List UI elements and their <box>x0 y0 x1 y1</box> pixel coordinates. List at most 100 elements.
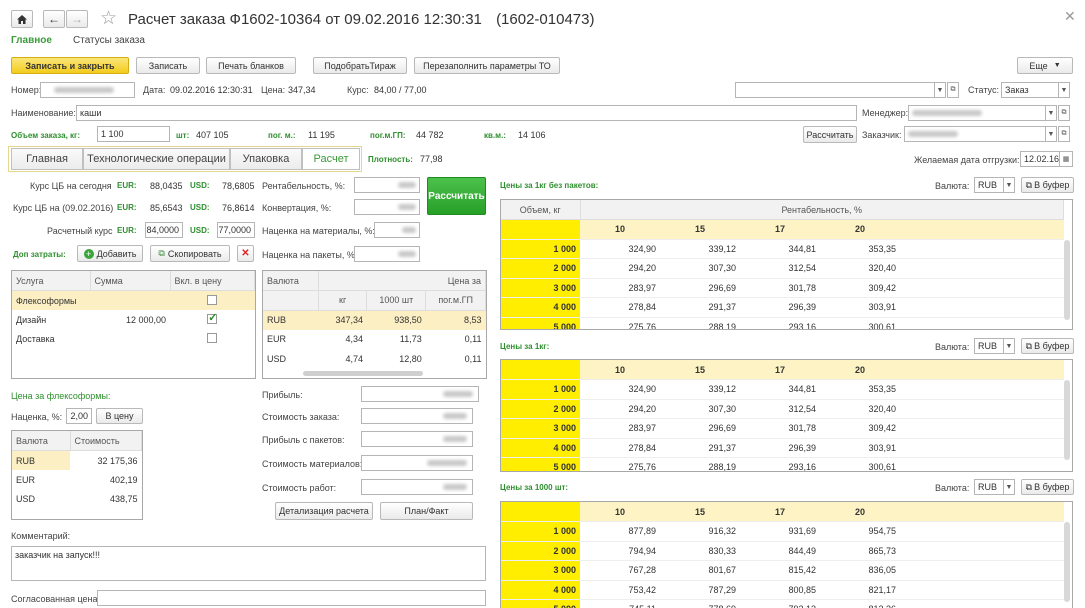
status-field[interactable]: Заказ <box>1001 82 1059 98</box>
name-field[interactable]: каши <box>76 105 857 121</box>
tab-main[interactable]: Главная <box>11 148 83 170</box>
col-20[interactable]: 20 <box>820 502 900 522</box>
table-row[interactable]: 4 000 278,84 291,37 296,39 303,91 <box>501 438 1064 458</box>
ship-date-field[interactable]: 12.02.16 <box>1020 151 1060 167</box>
table-row[interactable]: 2 000 294,20 307,30 312,54 320,40 <box>501 399 1064 419</box>
customer-dropdown[interactable]: ▼ <box>1045 126 1057 142</box>
table-row[interactable]: 3 000 767,28 801,67 815,42 836,05 <box>501 560 1064 581</box>
save-button[interactable]: Записать <box>136 57 200 74</box>
col-volume[interactable]: Объем, кг <box>501 200 581 220</box>
col-10[interactable]: 10 <box>580 219 660 240</box>
include-checkbox[interactable] <box>207 311 217 324</box>
table-row[interactable]: Дизайн 12 000,00 <box>12 310 255 330</box>
currency-dropdown[interactable]: ▼ <box>1003 177 1015 193</box>
table-row[interactable]: 3 000 283,97 296,69 301,78 309,42 <box>501 278 1064 298</box>
table-row[interactable]: RUB 347,34 938,50 8,53 <box>263 310 486 330</box>
forward-button[interactable]: → <box>66 10 88 28</box>
horizontal-scrollbar[interactable] <box>303 371 423 376</box>
vertical-scrollbar[interactable] <box>1064 380 1070 460</box>
to-price-button[interactable]: В цену <box>96 408 143 424</box>
manager-dropdown[interactable]: ▼ <box>1045 105 1057 121</box>
vertical-scrollbar[interactable] <box>1064 522 1070 602</box>
table-row[interactable]: EUR 4,34 11,73 0,11 <box>263 330 486 350</box>
table-row[interactable]: USD 4,74 12,80 0,11 <box>263 349 486 369</box>
more-button[interactable]: Еще ▼ <box>1017 57 1073 74</box>
col-10[interactable]: 10 <box>580 360 660 380</box>
col-pogmgp[interactable]: пог.м.ГП <box>425 290 486 311</box>
currency-dropdown[interactable]: ▼ <box>1003 338 1015 354</box>
pack-profit-field[interactable] <box>361 431 473 447</box>
tab-calc[interactable]: Расчет <box>302 148 360 170</box>
table-row[interactable]: 3 000 283,97 296,69 301,78 309,42 <box>501 418 1064 439</box>
table-row[interactable]: Доставка <box>12 330 255 350</box>
table-row[interactable]: 1 000 324,90 339,12 344,81 353,35 <box>501 379 1064 400</box>
table-row[interactable]: Флексоформы <box>12 290 255 310</box>
refill-button[interactable]: Перезаполнить параметры ТО <box>414 57 560 74</box>
close-icon[interactable]: ✕ <box>1064 8 1076 25</box>
table-row[interactable]: USD 438,75 <box>12 490 142 510</box>
col-15[interactable]: 15 <box>660 502 740 522</box>
rate-calc-eur[interactable]: 84,0000 <box>145 222 183 238</box>
customer-field[interactable] <box>904 126 1046 142</box>
table-row[interactable]: 5 000745,11778,69792,13812,36 <box>501 599 1064 608</box>
col-flexo-currency[interactable]: Валюта <box>12 431 71 451</box>
flexo-markup-field[interactable]: 2,00 <box>66 408 92 424</box>
total-profit-field[interactable] <box>361 386 479 402</box>
buffer-button[interactable]: ⧉ В буфер <box>1021 338 1074 354</box>
buffer-button[interactable]: ⧉ В буфер <box>1021 177 1074 193</box>
table-row[interactable]: 2 000 794,94 830,33 844,49 865,73 <box>501 541 1064 561</box>
customer-open[interactable]: ⧉ <box>1058 126 1070 142</box>
copy-button[interactable]: ⧉ Скопировать <box>150 245 230 262</box>
table-row[interactable]: 2 000 294,20 307,30 312,54 320,40 <box>501 258 1064 279</box>
col-15[interactable]: 15 <box>660 360 740 380</box>
col-17[interactable]: 17 <box>740 502 820 522</box>
volume-field[interactable]: 1 100 <box>97 126 170 142</box>
manager-open[interactable]: ⧉ <box>1058 105 1070 121</box>
currency-field[interactable]: RUB <box>974 177 1004 193</box>
include-checkbox[interactable] <box>207 294 218 305</box>
top-right-dropdown[interactable]: ▼ <box>934 82 946 98</box>
nav-main[interactable]: Главное <box>11 35 52 46</box>
table-row[interactable]: 5 000 275,76 288,19 293,16 300,61 <box>501 457 1064 471</box>
delete-button[interactable]: ✕ <box>237 245 254 262</box>
work-cost-field[interactable] <box>361 479 473 495</box>
table-row[interactable]: RUB 32 175,36 <box>12 450 142 470</box>
table-row[interactable]: EUR 402,19 <box>12 470 142 490</box>
rate-calc-usd[interactable]: 77,0000 <box>217 222 255 238</box>
home-button[interactable] <box>11 10 33 28</box>
table-row[interactable]: 4 000 753,42 787,29 800,85 821,17 <box>501 580 1064 600</box>
pick-run-button[interactable]: ПодобратьТираж <box>313 57 407 74</box>
col-20[interactable]: 20 <box>820 219 900 240</box>
col-15[interactable]: 15 <box>660 219 740 240</box>
agreed-price-field[interactable] <box>97 590 486 606</box>
col-1000pcs[interactable]: 1000 шт <box>366 290 427 311</box>
back-button[interactable]: ← <box>43 10 65 28</box>
table-row[interactable]: 5 000 275,76 288,19 293,16 300,61 <box>501 317 1064 329</box>
col-flexo-cost[interactable]: Стоимость <box>70 431 142 451</box>
col-profitability[interactable]: Рентабельность, % <box>580 200 1064 220</box>
markup-pack-field[interactable] <box>354 246 420 262</box>
number-field[interactable] <box>40 82 135 98</box>
calc-button[interactable]: Рассчитать <box>803 126 857 143</box>
vertical-scrollbar[interactable] <box>1064 240 1070 320</box>
col-currency[interactable]: Валюта <box>263 271 319 291</box>
detail-button[interactable]: Детализация расчета <box>275 502 373 520</box>
col-20[interactable]: 20 <box>820 360 900 380</box>
col-10[interactable]: 10 <box>580 502 660 522</box>
buffer-button[interactable]: ⧉ В буфер <box>1021 479 1074 495</box>
calendar-button[interactable]: ▦ <box>1059 151 1073 167</box>
calc-big-button[interactable]: Рассчитать <box>427 177 486 215</box>
markup-mat-field[interactable] <box>374 222 420 238</box>
table-row[interactable]: 4 000 278,84 291,37 296,39 303,91 <box>501 297 1064 318</box>
table-row[interactable]: 1 000 877,89 916,32 931,69 954,75 <box>501 521 1064 542</box>
print-button[interactable]: Печать бланков <box>206 57 296 74</box>
col-sum[interactable]: Сумма <box>90 271 171 291</box>
col-kg[interactable]: кг <box>318 290 368 311</box>
order-cost-field[interactable] <box>361 408 473 424</box>
tab-tech-ops[interactable]: Технологические операции <box>83 148 230 170</box>
tab-packing[interactable]: Упаковка <box>230 148 302 170</box>
table-row[interactable]: 1 000 324,90 339,12 344,81 353,35 <box>501 239 1064 259</box>
status-dropdown[interactable]: ▼ <box>1058 82 1070 98</box>
nav-status[interactable]: Статусы заказа <box>73 35 145 46</box>
col-17[interactable]: 17 <box>740 360 820 380</box>
